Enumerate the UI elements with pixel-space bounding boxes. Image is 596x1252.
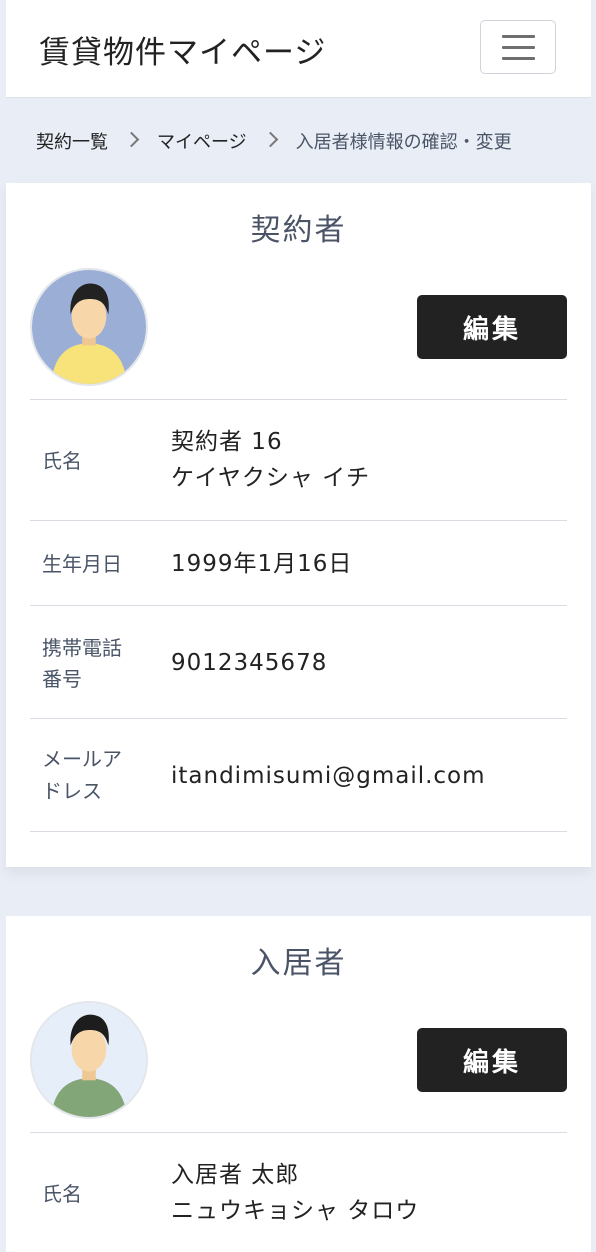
contractor-title: 契約者: [250, 213, 347, 248]
contractor-email-value: itandimisumi@gmail.com: [171, 763, 486, 789]
divider: [30, 605, 567, 606]
contractor-phone-label-line2: 番号: [42, 667, 82, 691]
resident-name-label: 氏名: [42, 1182, 82, 1206]
resident-edit-button[interactable]: 編集: [417, 1028, 567, 1092]
divider: [30, 399, 567, 400]
divider: [30, 831, 567, 832]
divider: [30, 718, 567, 719]
app-title: 賃貸物件マイページ: [39, 35, 327, 71]
contractor-phone-value: 9012345678: [171, 650, 328, 676]
breadcrumb-current: 入居者様情報の確認・変更: [295, 131, 512, 153]
contractor-avatar: [30, 268, 148, 386]
contractor-name-kanji: 契約者 16: [171, 429, 283, 455]
divider: [30, 520, 567, 521]
app-header: 賃貸物件マイページ: [6, 0, 591, 98]
chevron-right-icon: [262, 131, 278, 148]
breadcrumb-mypage[interactable]: マイページ: [157, 128, 247, 154]
divider: [30, 1132, 567, 1133]
contractor-email-label-line2: ドレス: [42, 779, 102, 803]
hamburger-menu-button[interactable]: [480, 20, 556, 74]
breadcrumb: 契約一覧 マイページ 入居者様情報の確認・変更: [6, 98, 591, 183]
person-avatar-icon: [32, 1003, 146, 1117]
resident-avatar: [30, 1001, 148, 1119]
contractor-email-label-line1: メールア: [42, 747, 122, 771]
page: 賃貸物件マイページ 契約一覧 マイページ 入居者様情報の確認・変更 契約者 編集: [0, 0, 596, 1252]
resident-card: 入居者 編集 氏名 入居者 太郎 ニュウキョシャ タロウ: [6, 916, 591, 1252]
breadcrumb-contract-list[interactable]: 契約一覧: [36, 128, 108, 154]
contractor-birthdate-label: 生年月日: [42, 552, 122, 576]
chevron-right-icon: [123, 131, 140, 148]
contractor-birthdate-value: 1999年1月16日: [171, 551, 353, 577]
hamburger-menu-icon: [502, 35, 535, 38]
contractor-name-kana: ケイヤクシャ イチ: [171, 465, 371, 491]
contractor-edit-button[interactable]: 編集: [417, 295, 567, 359]
hamburger-menu-icon-bar: [502, 46, 535, 49]
person-avatar-icon: [32, 270, 146, 384]
resident-name-kana: ニュウキョシャ タロウ: [171, 1198, 420, 1224]
contractor-card: 契約者 編集 氏名 契約者 16 ケイヤクシャ イチ 生年月日 1999年1月1…: [6, 183, 591, 867]
resident-name-kanji: 入居者 太郎: [171, 1162, 300, 1188]
contractor-name-label: 氏名: [42, 449, 82, 473]
hamburger-menu-icon-bar: [502, 57, 535, 60]
resident-title: 入居者: [250, 946, 347, 981]
contractor-phone-label-line1: 携帯電話: [42, 636, 122, 660]
